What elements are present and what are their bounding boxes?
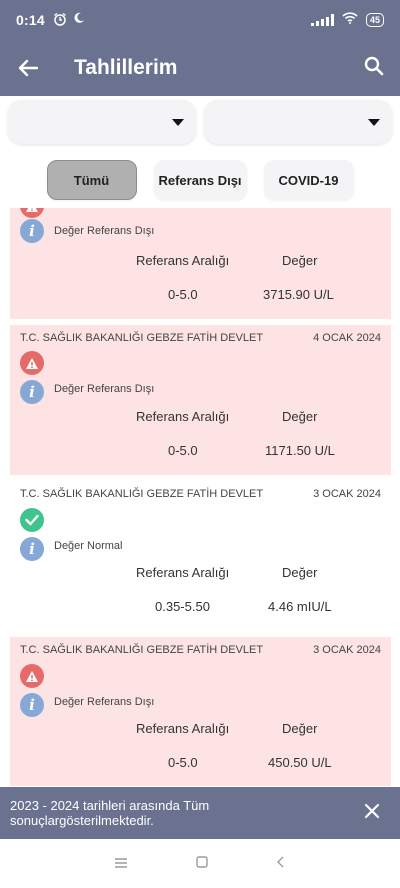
arrow-left-icon bbox=[18, 53, 39, 84]
hospital-name: T.C. SAĞLIK BAKANLIĞI GEBZE FATİH DEVLET bbox=[20, 644, 264, 656]
hospital-name: T.C. SAĞLIK BAKANLIĞI GEBZE FATİH DEVLET bbox=[20, 332, 264, 344]
close-icon bbox=[364, 803, 380, 824]
result-date: 4 OCAK 2024 bbox=[313, 332, 381, 344]
result-value: 4.46 mIU/L bbox=[268, 599, 332, 614]
system-nav-bar bbox=[0, 839, 400, 888]
result-date: 3 OCAK 2024 bbox=[313, 644, 381, 656]
result-value: 3715.90 U/L bbox=[263, 287, 334, 302]
value-header: Değer bbox=[282, 253, 318, 268]
signal-icon bbox=[310, 14, 334, 26]
moon-icon bbox=[73, 12, 85, 29]
date-filter-dropdown[interactable] bbox=[204, 100, 392, 144]
alarm-icon bbox=[53, 12, 67, 29]
result-value: 1171.50 U/L bbox=[265, 443, 335, 458]
result-status: Değer Referans Dışı bbox=[54, 225, 155, 237]
info-icon[interactable]: i bbox=[20, 219, 44, 243]
info-icon[interactable]: i bbox=[20, 693, 44, 717]
result-card[interactable]: T.C. SAĞLIK BAKANLIĞI GEBZE FATİH DEVLET… bbox=[10, 637, 391, 786]
status-bar: 0:14 45 bbox=[0, 0, 400, 40]
info-icon[interactable]: i bbox=[20, 537, 44, 561]
result-status: Değer Referans Dışı bbox=[54, 696, 155, 708]
reference-range-header: Referans Aralığı bbox=[136, 253, 230, 268]
search-button[interactable] bbox=[348, 40, 400, 96]
result-status: Değer Referans Dışı bbox=[54, 383, 155, 395]
hospital-name: T.C. SAĞLIK BAKANLIĞI GEBZE FATİH DEVLET bbox=[20, 488, 264, 500]
reference-range-value: 0.35-5.50 bbox=[155, 599, 210, 614]
home-icon[interactable] bbox=[196, 855, 208, 873]
caret-down-icon bbox=[368, 119, 380, 126]
reference-range-value: 0-5.0 bbox=[168, 443, 198, 458]
warning-icon bbox=[20, 351, 44, 375]
result-tabs: Tümü Referans Dışı COVID-19 bbox=[0, 160, 400, 202]
reference-range-value: 0-5.0 bbox=[168, 287, 198, 302]
value-header: Değer bbox=[282, 409, 318, 424]
app-bar: Tahlillerim bbox=[0, 40, 400, 96]
result-date: 3 OCAK 2024 bbox=[313, 488, 381, 500]
battery-indicator: 45 bbox=[365, 13, 384, 27]
tab-covid-19[interactable]: COVID-19 bbox=[263, 160, 354, 200]
result-card[interactable]: i Değer Referans Dışı Referans Aralığı D… bbox=[10, 208, 391, 319]
info-icon[interactable]: i bbox=[20, 380, 44, 404]
info-snackbar: 2023 - 2024 tarihleri arasında Tüm sonuç… bbox=[0, 787, 400, 839]
results-list[interactable]: i Değer Referans Dışı Referans Aralığı D… bbox=[0, 208, 400, 786]
tab-out-of-reference[interactable]: Referans Dışı bbox=[153, 160, 247, 200]
result-card[interactable]: T.C. SAĞLIK BAKANLIĞI GEBZE FATİH DEVLET… bbox=[10, 325, 391, 475]
snackbar-close-button[interactable] bbox=[354, 795, 390, 831]
hospital-filter-dropdown[interactable] bbox=[8, 100, 196, 144]
warning-icon bbox=[20, 208, 44, 218]
value-header: Değer bbox=[282, 721, 318, 736]
warning-icon bbox=[20, 664, 44, 688]
tab-all[interactable]: Tümü bbox=[46, 160, 137, 200]
result-card[interactable]: T.C. SAĞLIK BAKANLIĞI GEBZE FATİH DEVLET… bbox=[10, 481, 391, 631]
snackbar-message: 2023 - 2024 tarihleri arasında Tüm sonuç… bbox=[10, 798, 210, 828]
back-button[interactable] bbox=[0, 40, 56, 96]
status-time: 0:14 bbox=[16, 12, 45, 28]
menu-icon[interactable] bbox=[114, 855, 128, 873]
reference-range-header: Referans Aralığı bbox=[136, 721, 230, 736]
search-icon bbox=[364, 56, 384, 81]
wifi-icon bbox=[342, 11, 358, 29]
reference-range-header: Referans Aralığı bbox=[136, 565, 230, 580]
caret-down-icon bbox=[172, 119, 184, 126]
result-value: 450.50 U/L bbox=[268, 755, 332, 770]
reference-range-value: 0-5.0 bbox=[168, 755, 198, 770]
page-title: Tahlillerim bbox=[74, 56, 178, 79]
back-nav-icon[interactable] bbox=[276, 855, 286, 873]
check-icon bbox=[20, 508, 44, 532]
filter-bar bbox=[0, 100, 400, 148]
result-status: Değer Normal bbox=[54, 540, 123, 552]
reference-range-header: Referans Aralığı bbox=[136, 409, 230, 424]
value-header: Değer bbox=[282, 565, 318, 580]
